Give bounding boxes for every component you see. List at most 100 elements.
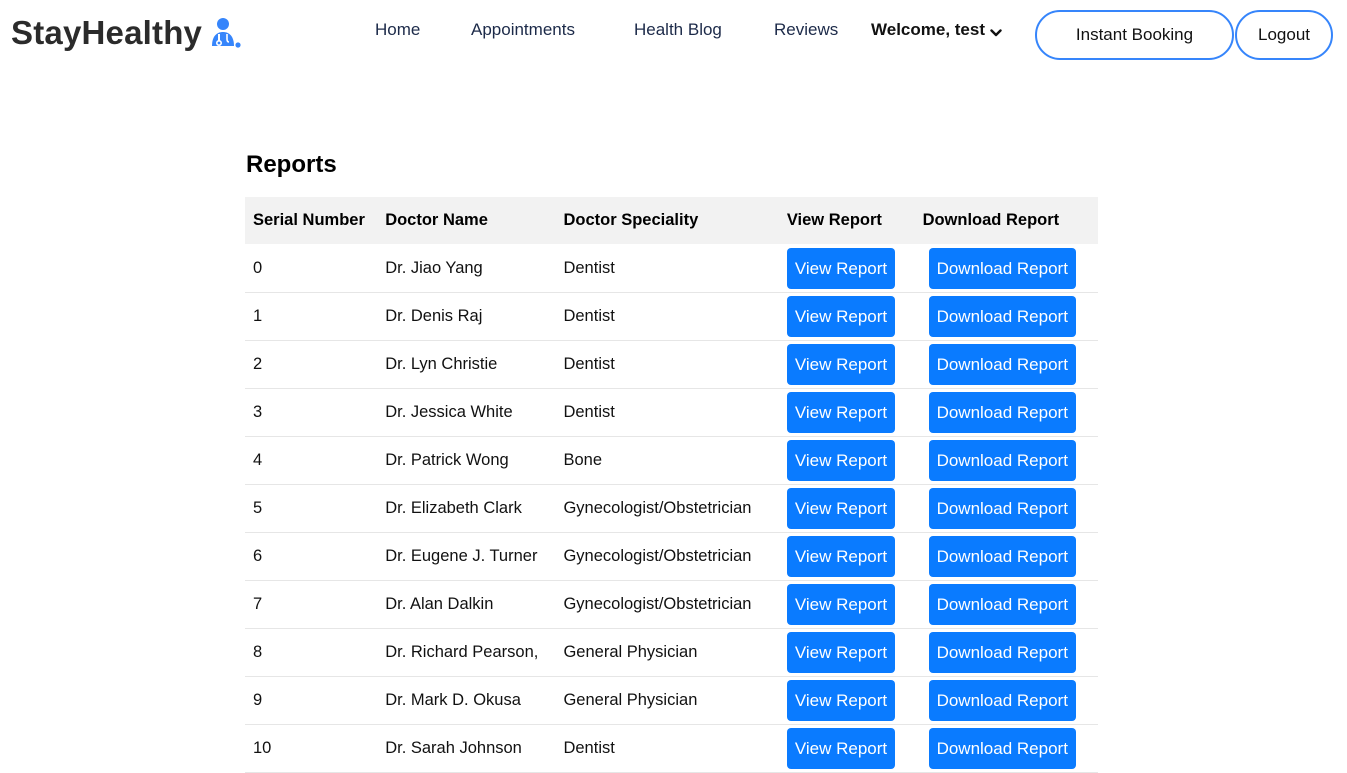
- cell-serial: 6: [245, 532, 378, 581]
- nav-health-blog[interactable]: Health Blog: [634, 20, 722, 40]
- cell-serial: 9: [245, 676, 378, 725]
- download-report-button[interactable]: Download Report: [928, 680, 1076, 721]
- table-row: 10 Dr. Sarah Johnson Dentist View Report Dow…: [245, 724, 1098, 773]
- page-title: Reports: [246, 151, 337, 178]
- cell-speciality: Bone: [555, 436, 779, 485]
- cell-doctor-name: Dr. Jessica White: [377, 388, 556, 437]
- cell-view-report: View Report: [778, 580, 905, 629]
- logout-button[interactable]: Logout: [1235, 10, 1333, 60]
- cell-view-report: View Report: [778, 244, 905, 293]
- cell-view-report: View Report: [778, 340, 905, 389]
- cell-view-report: View Report: [778, 676, 905, 725]
- cell-download-report: Download Report: [904, 244, 1098, 293]
- cell-serial: 1: [245, 292, 378, 341]
- table-row: 8 Dr. Richard Pearson, General Physician Vi…: [245, 628, 1098, 677]
- table-row: 1 Dr. Denis Raj Dentist View Report Download…: [245, 292, 1098, 341]
- column-header-doctor-name: Doctor Name: [385, 211, 488, 229]
- cell-download-report: Download Report: [904, 628, 1098, 677]
- cell-speciality: Dentist: [555, 340, 779, 389]
- download-report-button[interactable]: Download Report: [928, 632, 1076, 673]
- cell-view-report: View Report: [778, 292, 905, 341]
- cell-serial: 4: [245, 436, 378, 485]
- download-report-button[interactable]: Download Report: [928, 296, 1076, 337]
- nav-home[interactable]: Home: [375, 20, 420, 40]
- logo-text: StayHealthy: [11, 14, 203, 51]
- cell-speciality: Gynecologist/Obstetrician: [555, 580, 779, 629]
- cell-download-report: Download Report: [904, 532, 1098, 581]
- cell-download-report: Download Report: [904, 292, 1098, 341]
- view-report-button[interactable]: View Report: [786, 584, 896, 625]
- cell-doctor-name: Dr. Richard Pearson,: [377, 628, 556, 677]
- cell-doctor-name: Dr. Eugene J. Turner: [377, 532, 556, 581]
- cell-download-report: Download Report: [904, 676, 1098, 725]
- user-menu[interactable]: Welcome, test: [871, 20, 1002, 40]
- chevron-down-icon: [990, 24, 1002, 37]
- column-header-speciality: Doctor Speciality: [563, 211, 699, 229]
- cell-speciality: General Physician: [555, 676, 779, 725]
- table-row: 4 Dr. Patrick Wong Bone View Report Download…: [245, 436, 1098, 485]
- cell-speciality: Dentist: [555, 244, 779, 293]
- cell-doctor-name: Dr. Mark D. Okusa: [377, 676, 556, 725]
- cell-serial: 8: [245, 628, 378, 677]
- nav-reviews[interactable]: Reviews: [774, 20, 838, 40]
- download-report-button[interactable]: Download Report: [928, 247, 1076, 289]
- view-report-button[interactable]: View Report: [786, 680, 896, 721]
- doctor-icon: [208, 16, 242, 50]
- cell-speciality: Dentist: [555, 292, 779, 341]
- view-report-button[interactable]: View Report: [786, 392, 896, 433]
- download-report-button[interactable]: Download Report: [928, 392, 1076, 433]
- cell-download-report: Download Report: [904, 436, 1098, 485]
- cell-serial: 2: [245, 340, 378, 389]
- top-navbar: StayHealthy Home Appointments Health Blo…: [0, 0, 1347, 72]
- table-row: 0 Dr. Jiao Yang Dentist View Report Download…: [245, 244, 1098, 293]
- download-report-button[interactable]: Download Report: [928, 488, 1076, 529]
- cell-download-report: Download Report: [904, 580, 1098, 629]
- view-report-button[interactable]: View Report: [786, 536, 896, 577]
- cell-doctor-name: Dr. Sarah Johnson: [377, 724, 556, 773]
- cell-view-report: View Report: [778, 436, 905, 485]
- download-report-button[interactable]: Download Report: [928, 440, 1076, 481]
- cell-download-report: Download Report: [904, 388, 1098, 437]
- cell-speciality: Gynecologist/Obstetrician: [555, 532, 779, 581]
- view-report-button[interactable]: View Report: [786, 296, 896, 337]
- download-report-button[interactable]: Download Report: [928, 584, 1076, 625]
- cell-doctor-name: Dr. Elizabeth Clark: [377, 484, 556, 533]
- cell-doctor-name: Dr. Alan Dalkin: [377, 580, 556, 629]
- cell-doctor-name: Dr. Jiao Yang: [377, 244, 556, 293]
- column-header-download-report: Download Report: [922, 211, 1060, 229]
- table-row: 9 Dr. Mark D. Okusa General Physician View …: [245, 676, 1098, 725]
- cell-download-report: Download Report: [904, 724, 1098, 773]
- cell-serial: 10: [245, 724, 378, 773]
- reports-table: Serial Number Doctor Name Doctor Special…: [245, 197, 1098, 773]
- table-row: 7 Dr. Alan Dalkin Gynecologist/Obstetricia…: [245, 580, 1098, 629]
- cell-view-report: View Report: [778, 484, 905, 533]
- cell-serial: 5: [245, 484, 378, 533]
- nav-appointments[interactable]: Appointments: [471, 20, 575, 40]
- brand-logo[interactable]: StayHealthy: [11, 10, 242, 56]
- cell-serial: 7: [245, 580, 378, 629]
- table-row: 3 Dr. Jessica White Dentist View Report Down…: [245, 388, 1098, 437]
- view-report-button[interactable]: View Report: [786, 632, 896, 673]
- cell-speciality: Gynecologist/Obstetrician: [555, 484, 779, 533]
- cell-doctor-name: Dr. Patrick Wong: [377, 436, 556, 485]
- table-row: 6 Dr. Eugene J. Turner Gynecologist/Obstet…: [245, 532, 1098, 581]
- view-report-button[interactable]: View Report: [786, 344, 896, 385]
- view-report-button[interactable]: View Report: [786, 440, 896, 481]
- cell-view-report: View Report: [778, 388, 905, 437]
- view-report-button[interactable]: View Report: [786, 247, 896, 289]
- cell-serial: 3: [245, 388, 378, 437]
- cell-download-report: Download Report: [904, 340, 1098, 389]
- instant-booking-button[interactable]: Instant Booking: [1035, 10, 1234, 60]
- cell-doctor-name: Dr. Lyn Christie: [377, 340, 556, 389]
- welcome-text: Welcome, test: [871, 20, 986, 39]
- view-report-button[interactable]: View Report: [786, 488, 896, 529]
- cell-speciality: General Physician: [555, 628, 779, 677]
- download-report-button[interactable]: Download Report: [928, 728, 1076, 769]
- download-report-button[interactable]: Download Report: [928, 344, 1076, 385]
- cell-view-report: View Report: [778, 724, 905, 773]
- cell-speciality: Dentist: [555, 724, 779, 773]
- table-row: 5 Dr. Elizabeth Clark Gynecologist/Obstetr…: [245, 484, 1098, 533]
- column-header-view-report: View Report: [786, 211, 882, 229]
- download-report-button[interactable]: Download Report: [928, 536, 1076, 577]
- view-report-button[interactable]: View Report: [786, 728, 896, 769]
